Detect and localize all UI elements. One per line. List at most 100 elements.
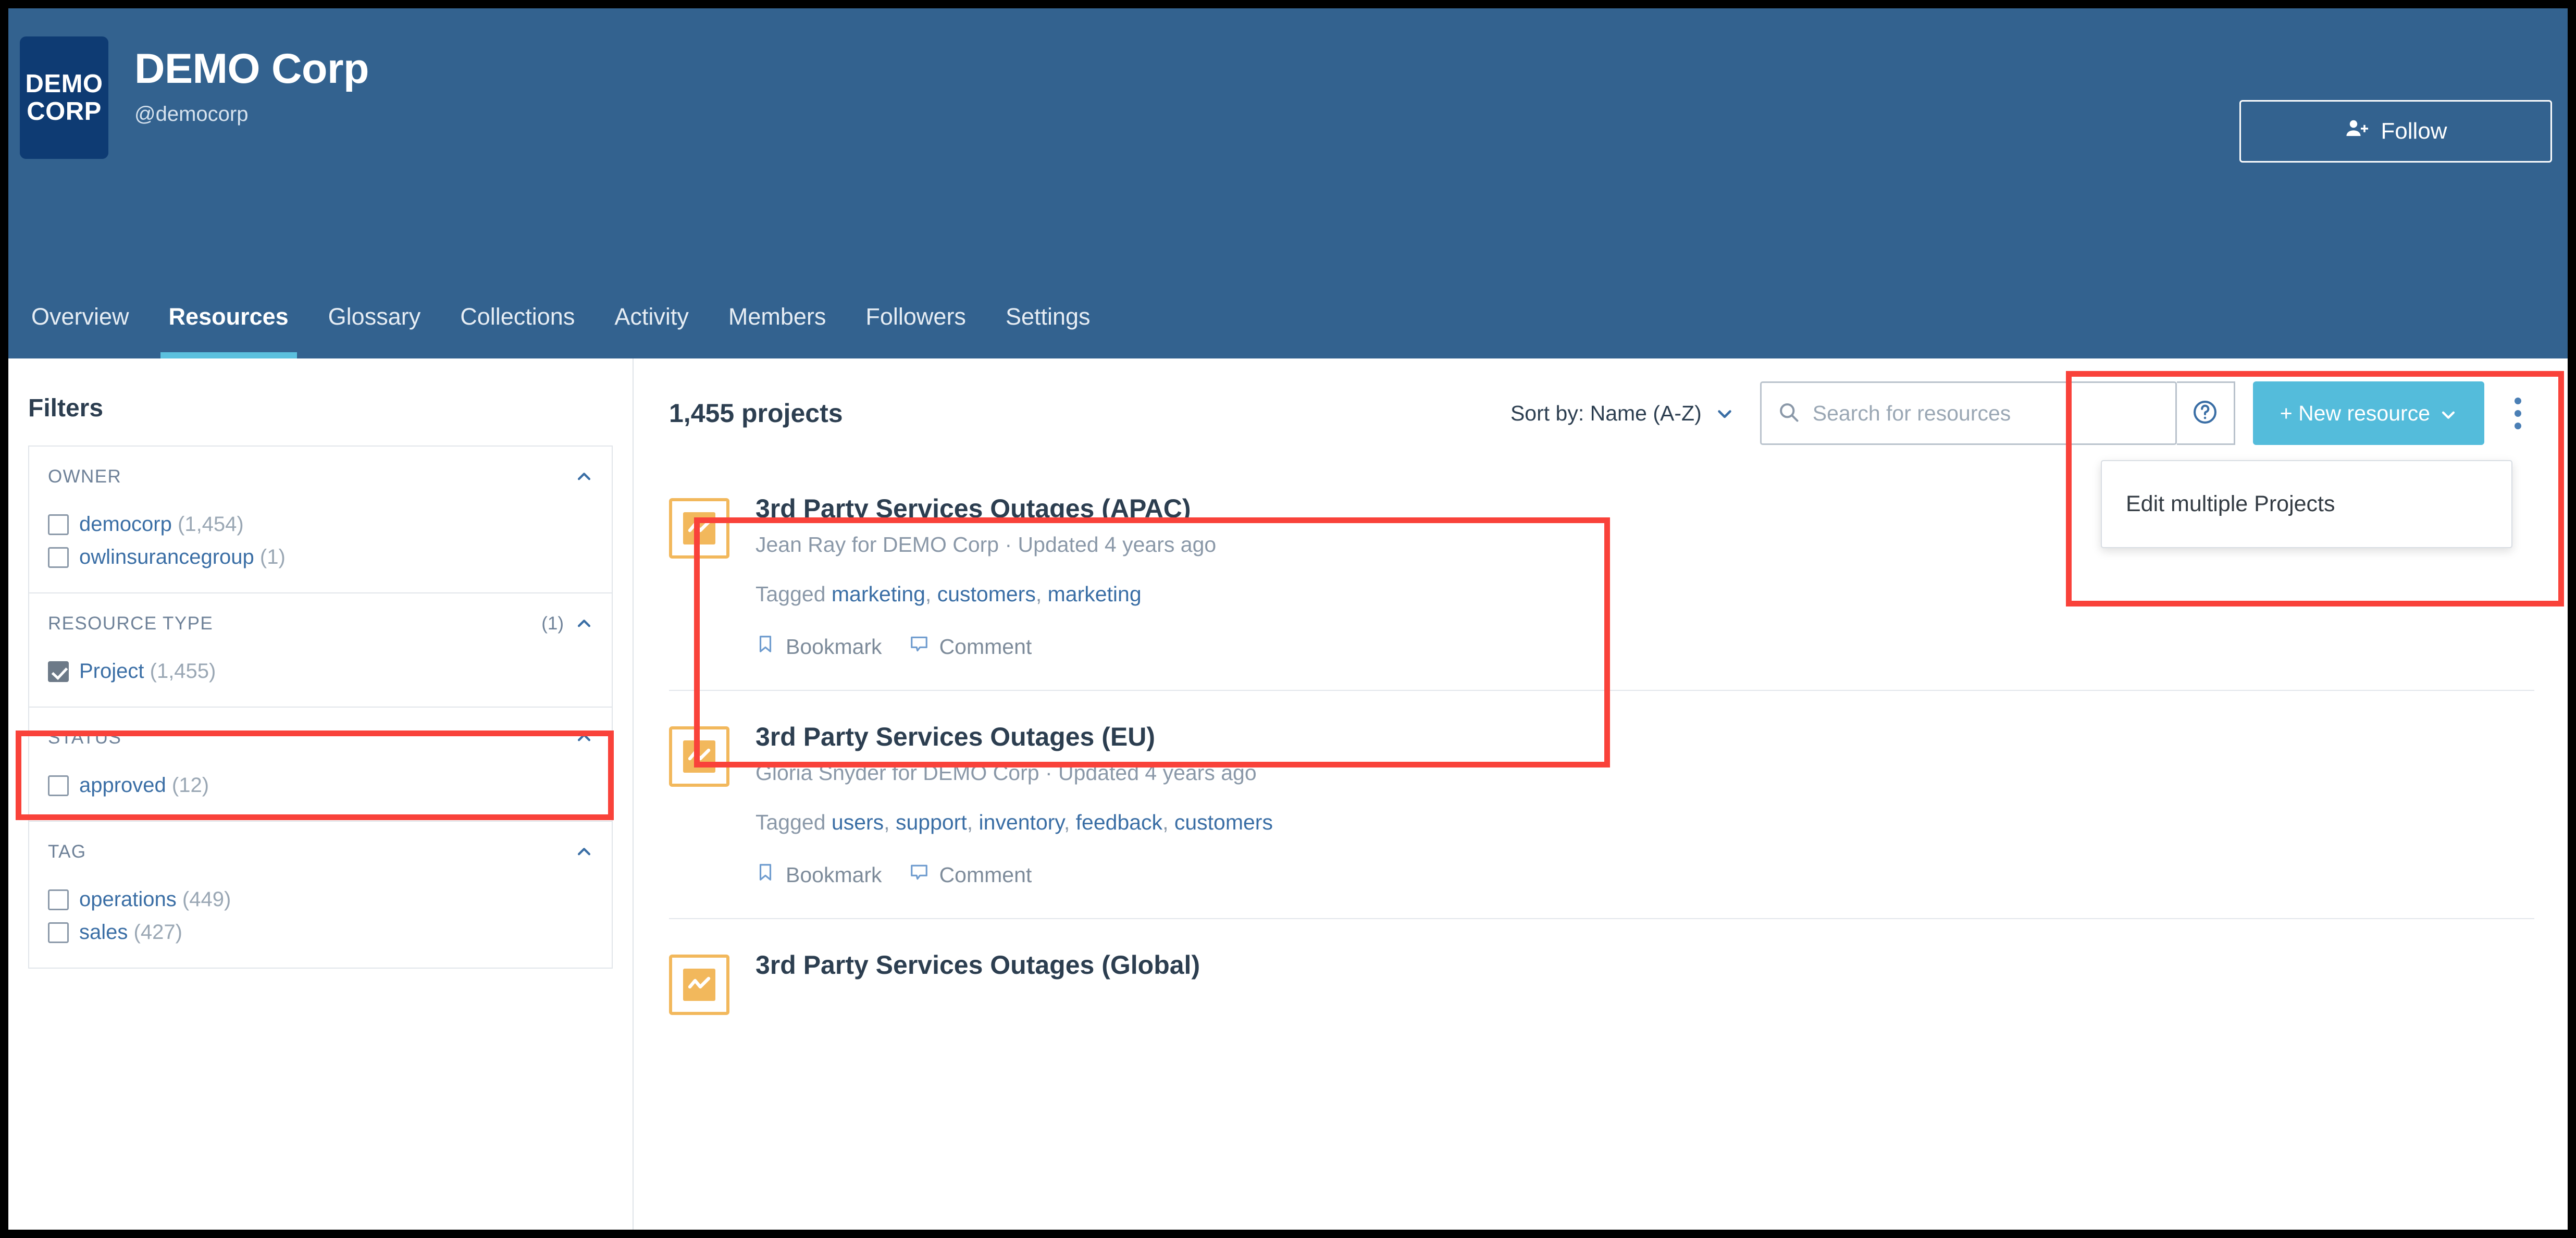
filter-group-tag-header-right [575,843,593,861]
filter-group-resource-type: RESOURCE TYPE (1) Project (1,455) [28,592,613,707]
filter-group-resource-type-header[interactable]: RESOURCE TYPE (1) [48,613,593,634]
tag-link[interactable]: support [896,810,967,834]
more-options-button[interactable] [2501,381,2534,445]
chevron-up-icon[interactable] [575,843,593,861]
filter-option-democorp[interactable]: democorp (1,454) [48,508,593,541]
chevron-up-icon[interactable] [575,615,593,633]
person-add-icon [2344,116,2369,147]
comment-label: Comment [939,862,1032,887]
sort-by-label: Sort by: Name (A-Z) [1510,401,1702,425]
search-box[interactable] [1760,381,2177,445]
tag-link[interactable]: feedback [1076,810,1162,834]
new-resource-button[interactable]: + New resource [2252,381,2484,445]
tag-link[interactable]: users [832,810,884,834]
project-icon [669,498,729,559]
chevron-down-icon [2439,404,2457,422]
filter-group-status-header-right [575,729,593,747]
resource-card-body: 3rd Party Services Outages (Global) [756,950,1200,1015]
filter-group-owner-header[interactable]: OWNER [48,466,593,487]
filter-group-status-header[interactable]: STATUS [48,727,593,748]
resource-actions: Bookmark Comment [756,633,1216,661]
org-header-top: DEMO CORP DEMO Corp @democorp [8,8,2568,243]
kebab-dot [2514,397,2521,404]
tab-members[interactable]: Members [709,303,846,358]
tab-glossary[interactable]: Glossary [308,303,441,358]
filter-option-project[interactable]: Project (1,455) [48,655,593,688]
resource-title[interactable]: 3rd Party Services Outages (Global) [756,950,1200,980]
tag-link[interactable]: customers [937,582,1036,606]
org-logo-line-2: CORP [27,97,102,126]
chevron-up-icon[interactable] [575,729,593,747]
tag-link[interactable]: inventory [979,810,1064,834]
tab-settings[interactable]: Settings [986,303,1110,358]
resource-card[interactable]: 3rd Party Services Outages (EU) Gloria S… [669,690,2534,918]
tab-activity[interactable]: Activity [595,303,709,358]
project-icon [669,726,729,787]
new-resource-button-label: + New resource [2280,401,2430,425]
filter-group-owner: OWNER democorp (1,454) owlinsurancegroup… [28,445,613,592]
filter-group-resource-type-count: (1) [541,613,564,634]
filter-group-owner-label: OWNER [48,466,122,487]
help-button[interactable] [2176,381,2235,445]
filter-group-status: STATUS approved (12) [28,707,613,821]
filter-option-approved-label: approved (12) [79,774,209,797]
bookmark-button[interactable]: Bookmark [756,861,882,889]
resource-tags: Tagged users, support, inventory, feedba… [756,810,1273,834]
resources-toolbar: 1,455 projects Sort by: Name (A-Z) Searc… [669,358,2534,468]
tab-overview[interactable]: Overview [20,303,149,358]
sort-by-dropdown[interactable]: Sort by: Name (A-Z) [1510,401,1734,426]
kebab-dot [2514,410,2521,417]
comment-button[interactable]: Comment [909,861,1032,889]
checkbox-operations[interactable] [48,889,69,910]
tab-followers[interactable]: Followers [846,303,986,358]
checkbox-approved[interactable] [48,775,69,796]
checkbox-sales[interactable] [48,922,69,943]
tag-link[interactable]: marketing [832,582,925,606]
bookmark-button[interactable]: Bookmark [756,633,882,661]
tagged-prefix: Tagged [756,582,832,606]
filter-group-resource-type-label: RESOURCE TYPE [48,613,214,634]
search-icon [1777,401,1800,426]
filter-option-owlinsurancegroup[interactable]: owlinsurancegroup (1) [48,541,593,574]
filter-group-tag-header[interactable]: TAG [48,841,593,862]
page-body: Filters OWNER democorp (1,454) owlinsura… [8,358,2568,1230]
tab-resources[interactable]: Resources [149,303,308,358]
comment-icon [909,861,929,889]
bookmark-icon [756,861,775,889]
chevron-up-icon[interactable] [575,468,593,486]
tag-link[interactable]: marketing [1048,582,1142,606]
checkbox-project[interactable] [48,661,69,682]
filters-title: Filters [28,394,104,422]
tab-collections[interactable]: Collections [440,303,595,358]
resource-meta: Gloria Snyder for DEMO Corp · Updated 4 … [756,761,1257,785]
comment-button[interactable]: Comment [909,633,1032,661]
resource-card[interactable]: 3rd Party Services Outages (Global) [669,918,2534,1044]
bookmark-label: Bookmark [786,634,882,659]
bookmark-label: Bookmark [786,862,882,887]
filter-group-tag-label: TAG [48,841,86,862]
filter-group-status-items: approved (12) [48,769,593,802]
toolbar-right: Sort by: Name (A-Z) Search for resources… [1510,381,2534,445]
org-nav-tabs: Overview Resources Glossary Collections … [8,249,2568,358]
checkbox-democorp[interactable] [48,514,69,535]
checkbox-owlinsurancegroup[interactable] [48,547,69,568]
filter-option-approved[interactable]: approved (12) [48,769,593,802]
org-name: DEMO Corp [134,45,369,92]
project-icon-inner [683,740,715,773]
follow-button[interactable]: Follow [2239,100,2552,163]
resource-title[interactable]: 3rd Party Services Outages (APAC) [756,494,1216,523]
resources-main: 1,455 projects Sort by: Name (A-Z) Searc… [634,358,2568,1230]
filter-group-resource-type-header-right: (1) [541,613,593,634]
app-window: DEMO CORP DEMO Corp @democorp Follow Ove… [8,8,2568,1230]
search-input[interactable] [1812,401,2160,426]
question-mark-circle-icon [2191,399,2219,428]
filter-option-operations[interactable]: operations (449) [48,883,593,916]
resource-title[interactable]: 3rd Party Services Outages (EU) [756,722,1273,751]
filter-option-sales[interactable]: sales (427) [48,916,593,949]
tag-link[interactable]: customers [1174,810,1273,834]
resource-tags: Tagged marketing, customers, marketing [756,582,1142,606]
project-icon-inner [683,969,715,1001]
filter-option-project-label: Project (1,455) [79,660,216,683]
menu-item-edit-multiple-projects[interactable]: Edit multiple Projects [2102,480,2511,528]
filter-group-status-label: STATUS [48,727,122,748]
